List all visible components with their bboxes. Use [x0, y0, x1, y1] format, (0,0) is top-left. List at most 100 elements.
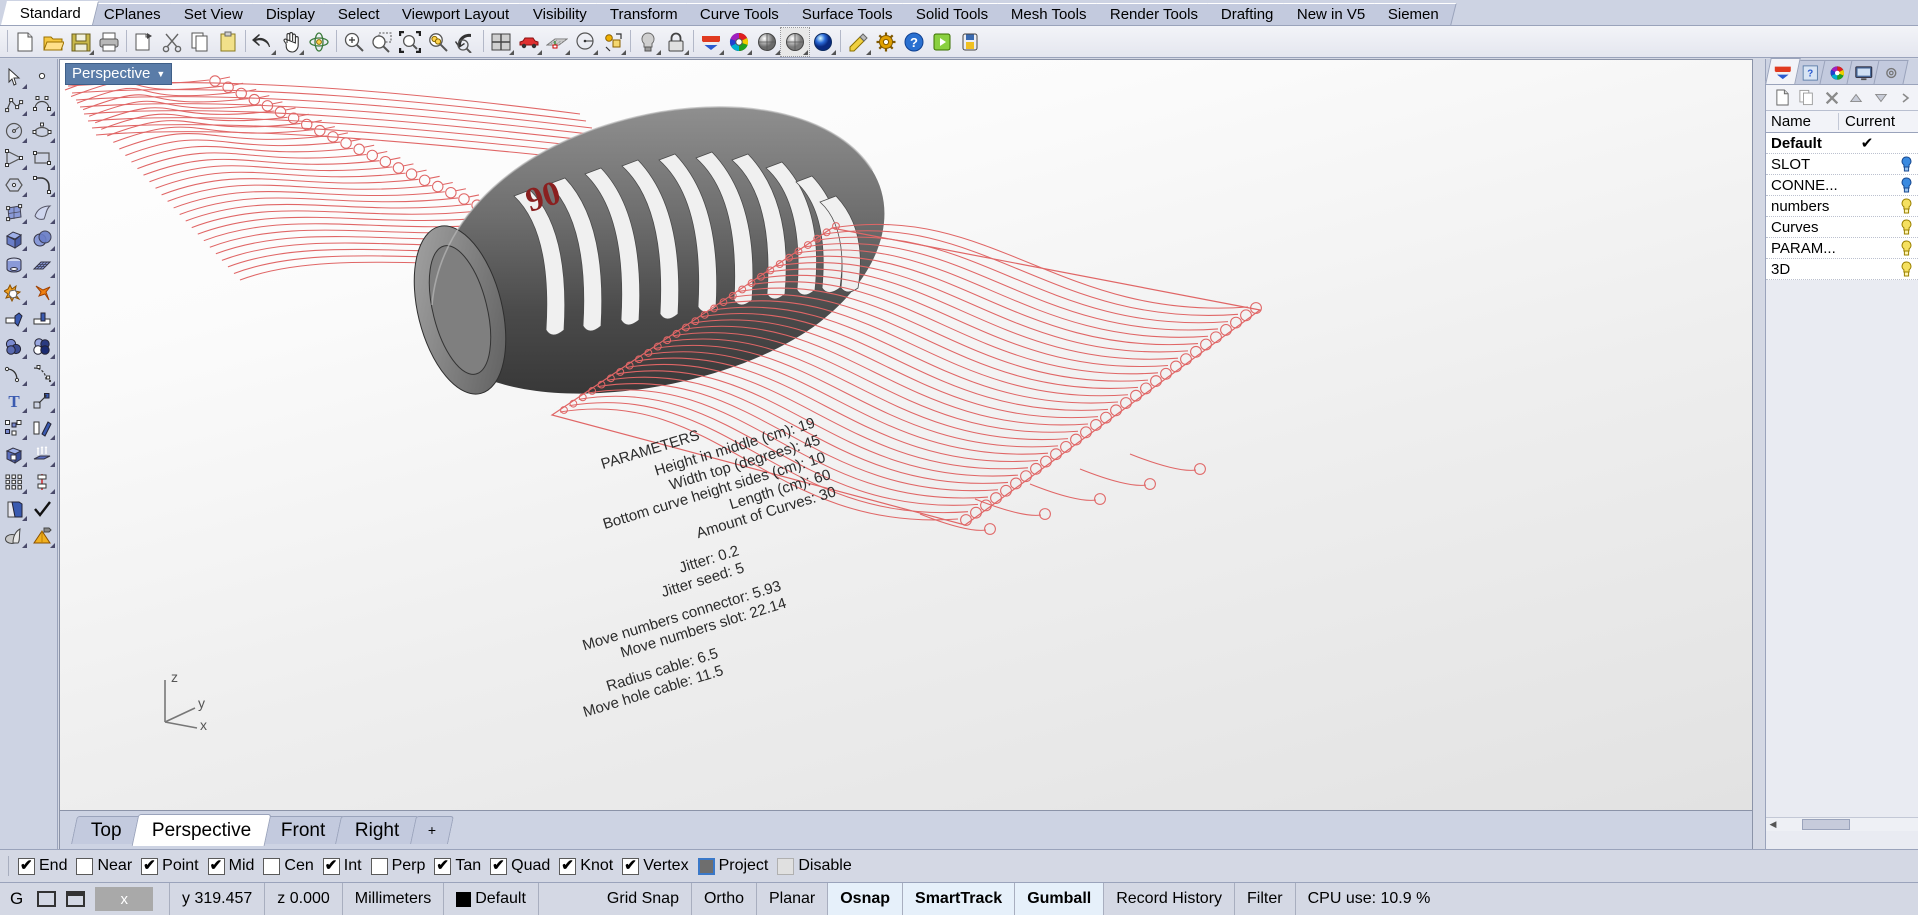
explode-icon[interactable] [28, 279, 56, 306]
help-icon[interactable]: ? [900, 28, 928, 56]
move-up-icon[interactable] [1844, 86, 1869, 110]
boolean-difference-icon[interactable] [0, 333, 28, 360]
osnap-point-checkbox[interactable] [141, 858, 158, 875]
osnap-point[interactable]: Point [141, 857, 198, 875]
osnap-end[interactable]: End [18, 857, 67, 875]
osnap-tan[interactable]: Tan [434, 857, 481, 875]
select-arrow-icon[interactable] [0, 63, 28, 90]
status-current-layer[interactable]: Default [444, 883, 539, 915]
ribbon-tab-mesh-tools[interactable]: Mesh Tools [993, 3, 1105, 25]
array-icon[interactable] [0, 414, 28, 441]
ribbon-tab-set-view[interactable]: Set View [165, 3, 260, 25]
light-bulb-icon[interactable] [634, 28, 662, 56]
sphere-boolean-icon[interactable] [28, 225, 56, 252]
ribbon-tab-new-in-v5[interactable]: New in V5 [1278, 3, 1383, 25]
osnap-end-checkbox[interactable] [18, 858, 35, 875]
osnap-perp[interactable]: Perp [371, 857, 426, 875]
osnap-disable[interactable]: Disable [777, 857, 851, 875]
osnap-quad[interactable]: Quad [490, 857, 550, 875]
layer-visibility-bulb[interactable] [1896, 261, 1918, 278]
viewport-tab-perspective[interactable]: Perspective [131, 814, 271, 846]
viewport-tab-add[interactable]: + [410, 816, 454, 844]
osnap-disable-checkbox[interactable] [777, 858, 794, 875]
layers-tab[interactable] [1765, 58, 1801, 84]
circle-icon[interactable] [0, 117, 28, 144]
scrollbar-thumb[interactable] [1802, 819, 1850, 830]
layer-row-3d[interactable]: 3D [1766, 259, 1918, 280]
scissors-icon[interactable] [158, 28, 186, 56]
rectangular-array-icon[interactable] [0, 468, 28, 495]
dimension-leader-icon[interactable] [28, 387, 56, 414]
extrude-surface-icon[interactable] [0, 441, 28, 468]
layer-row-numbers[interactable]: numbers [1766, 196, 1918, 217]
osnap-near[interactable]: Near [76, 857, 132, 875]
object-properties-icon[interactable] [599, 28, 627, 56]
perspective-viewport[interactable]: 90 PARAMETERS Height in middle (cm): 19 … [59, 59, 1753, 811]
status-units[interactable]: Millimeters [343, 883, 444, 915]
ribbon-tab-viewport-layout[interactable]: Viewport Layout [384, 3, 528, 25]
ribbon-tab-render-tools[interactable]: Render Tools [1091, 3, 1216, 25]
run-script-icon[interactable] [928, 28, 956, 56]
render-preview-icon[interactable] [28, 522, 56, 549]
new-file-icon[interactable] [11, 28, 39, 56]
osnap-project-checkbox[interactable] [698, 858, 715, 875]
fillet-curve-icon[interactable] [28, 171, 56, 198]
more-options-icon[interactable] [1893, 86, 1918, 110]
osnap-int[interactable]: Int [323, 857, 362, 875]
layer-row-slot[interactable]: SLOT [1766, 154, 1918, 175]
osnap-tan-checkbox[interactable] [434, 858, 451, 875]
viewport-tab-right[interactable]: Right [335, 816, 419, 844]
layer-row-curves[interactable]: Curves [1766, 217, 1918, 238]
layer-row-parameters[interactable]: PARAM... [1766, 238, 1918, 259]
delete-layer-icon[interactable] [1819, 86, 1844, 110]
scroll-left-arrow-icon[interactable]: ◀ [1766, 819, 1780, 830]
boolean-union-icon[interactable] [0, 279, 28, 306]
mirror-icon[interactable] [28, 414, 56, 441]
layer-icon[interactable] [697, 28, 725, 56]
polyline-icon[interactable] [0, 90, 28, 117]
cylinder-icon[interactable] [0, 252, 28, 279]
osnap-cen-checkbox[interactable] [263, 858, 280, 875]
layer-row-connector[interactable]: CONNE... [1766, 175, 1918, 196]
ribbon-tab-siemen[interactable]: Siemen [1369, 3, 1456, 25]
gear-options-icon[interactable] [872, 28, 900, 56]
box-icon[interactable] [0, 225, 28, 252]
osnap-mid-checkbox[interactable] [208, 858, 225, 875]
color-wheel-icon[interactable] [725, 28, 753, 56]
layer-visibility-bulb[interactable] [1896, 177, 1918, 194]
status-grid-snap[interactable]: Grid Snap [595, 883, 692, 915]
cut-copy-page-icon[interactable] [130, 28, 158, 56]
trim-icon[interactable] [0, 306, 28, 333]
rotate-view-icon[interactable] [305, 28, 333, 56]
move-down-icon[interactable] [1869, 86, 1894, 110]
new-layer-icon[interactable] [1770, 86, 1795, 110]
grid-plane-icon[interactable] [543, 28, 571, 56]
ribbon-tab-visibility[interactable]: Visibility [514, 3, 604, 25]
copy-icon[interactable] [186, 28, 214, 56]
zoom-in-icon[interactable] [340, 28, 368, 56]
status-smarttrack[interactable]: SmartTrack [903, 883, 1015, 915]
save-icon[interactable] [67, 28, 95, 56]
boolean-intersection-icon[interactable] [28, 333, 56, 360]
layer-visibility-bulb[interactable] [1896, 156, 1918, 173]
status-filter[interactable]: Filter [1235, 883, 1296, 915]
redo-view-icon[interactable] [452, 28, 480, 56]
layer-current-check[interactable]: ✔ [1838, 134, 1896, 152]
zoom-extents-icon[interactable] [396, 28, 424, 56]
restore-window-icon[interactable] [37, 891, 56, 907]
ribbon-tab-standard[interactable]: Standard [1, 1, 99, 25]
rectangle-icon[interactable] [28, 144, 56, 171]
rendered-sphere-icon[interactable] [809, 28, 837, 56]
layer-visibility-bulb[interactable] [1896, 219, 1918, 236]
ghosted-sphere-icon[interactable] [781, 28, 809, 56]
osnap-knot-checkbox[interactable] [559, 858, 576, 875]
status-osnap[interactable]: Osnap [828, 883, 903, 915]
ribbon-tab-cplanes[interactable]: CPlanes [85, 3, 178, 25]
open-folder-icon[interactable] [39, 28, 67, 56]
osnap-cen[interactable]: Cen [263, 857, 313, 875]
mesh-plane-icon[interactable] [28, 252, 56, 279]
split-icon[interactable] [28, 306, 56, 333]
car-render-icon[interactable] [515, 28, 543, 56]
osnap-knot[interactable]: Knot [559, 857, 613, 875]
close-window-button[interactable]: x [95, 887, 153, 911]
